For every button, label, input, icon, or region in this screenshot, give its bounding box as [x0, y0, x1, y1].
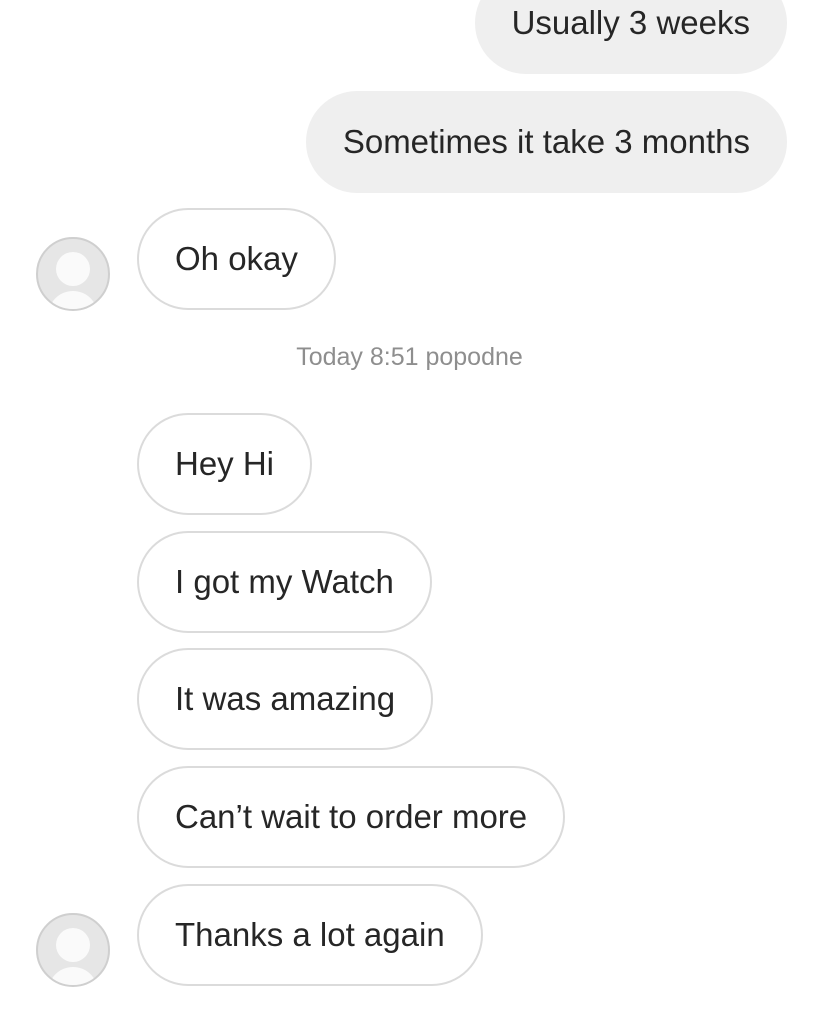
message-text: Oh okay: [175, 240, 298, 277]
message-text: Sometimes it take 3 months: [342, 123, 750, 160]
chat-thread: Usually 3 weeks Sometimes it take 3 mont…: [0, 0, 819, 1024]
avatar-head-shape: [56, 928, 90, 962]
message-text: I got my Watch: [175, 563, 394, 600]
message-bubble-incoming[interactable]: It was amazing: [137, 648, 434, 750]
message-bubble-incoming[interactable]: Hey Hi: [137, 413, 313, 515]
message-bubble-incoming[interactable]: Thanks a lot again: [137, 884, 483, 986]
message-bubble-incoming[interactable]: Oh okay: [137, 208, 336, 310]
avatar-head-shape: [56, 252, 90, 286]
user-avatar-icon[interactable]: [36, 913, 110, 987]
message-text: Usually 3 weeks: [511, 4, 750, 41]
message-bubble-incoming[interactable]: Can’t wait to order more: [137, 766, 566, 868]
avatar-shoulders-shape: [48, 291, 98, 309]
message-text: Thanks a lot again: [175, 916, 445, 953]
message-text: It was amazing: [175, 680, 396, 717]
message-bubble-outgoing[interactable]: Sometimes it take 3 months: [305, 91, 787, 193]
message-bubble-incoming[interactable]: I got my Watch: [137, 531, 432, 633]
message-text: Can’t wait to order more: [175, 798, 528, 835]
user-avatar-icon[interactable]: [36, 237, 110, 311]
message-timestamp: Today 8:51 popodne: [296, 343, 523, 371]
message-text: Hey Hi: [175, 445, 275, 482]
message-bubble-outgoing[interactable]: Usually 3 weeks: [474, 0, 787, 74]
avatar-shoulders-shape: [48, 967, 98, 985]
